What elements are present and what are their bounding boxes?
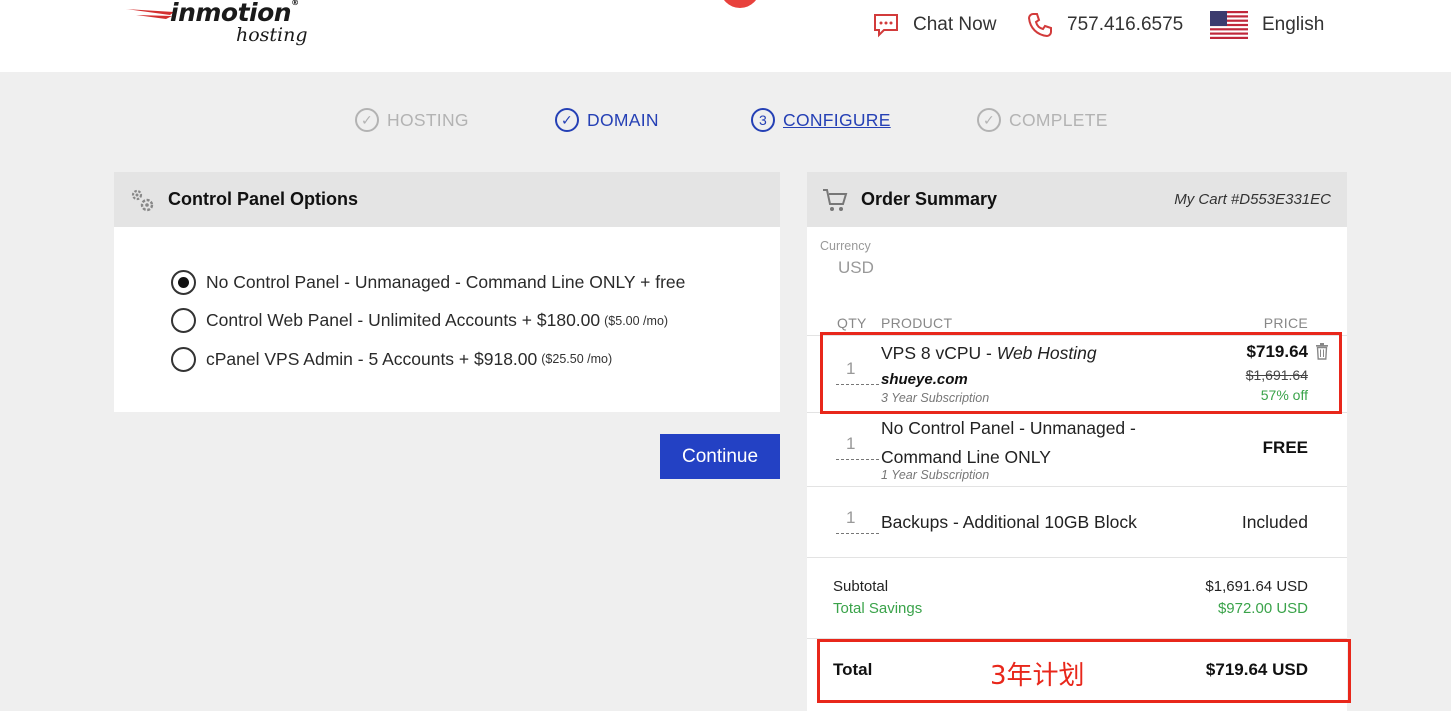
qty-column-header: QTY xyxy=(837,315,867,331)
options-list: No Control Panel - Unmanaged - Command L… xyxy=(114,227,780,379)
option-no-control-panel[interactable]: No Control Panel - Unmanaged - Command L… xyxy=(171,263,780,302)
checkout-steps: ✓ HOSTING ✓ DOMAIN 3 CONFIGURE ✓ COMPLET… xyxy=(0,108,1451,136)
logo-sub-text: hosting xyxy=(236,24,308,46)
radio-unselected[interactable] xyxy=(171,308,196,334)
radio-unselected[interactable] xyxy=(171,346,196,372)
cart-id: My Cart #D553E331EC xyxy=(1174,191,1331,208)
divider xyxy=(807,557,1347,558)
step-number-icon: 3 xyxy=(751,108,775,132)
control-panel-options: Control Panel Options No Control Panel -… xyxy=(114,172,780,412)
us-flag-icon xyxy=(1210,11,1248,39)
step-check-icon: ✓ xyxy=(355,108,379,132)
option-control-web-panel[interactable]: Control Web Panel - Unlimited Accounts +… xyxy=(171,302,780,341)
item-qty[interactable]: 1 xyxy=(836,434,879,460)
savings-label: Total Savings xyxy=(833,600,923,617)
highlight-box-product xyxy=(820,332,1342,414)
radio-selected[interactable] xyxy=(171,269,196,295)
panel-title: Control Panel Options xyxy=(168,189,359,209)
item-name: Backups - Additional 10GB Block xyxy=(881,512,1137,532)
top-bar: inmotion® hosting Chat Now 757.416.6575 … xyxy=(0,0,1451,72)
panel-header: Control Panel Options xyxy=(114,172,780,227)
logo-main-text: inmotion® xyxy=(170,0,299,27)
item-subscription: 1 Year Subscription xyxy=(881,468,990,482)
continue-button[interactable]: Continue xyxy=(660,434,780,479)
item-price: FREE xyxy=(1262,438,1308,457)
inmotion-hosting-logo[interactable]: inmotion® hosting xyxy=(126,0,326,50)
currency-value[interactable]: USD xyxy=(838,258,874,278)
step-check-icon: ✓ xyxy=(977,108,1001,132)
phone-icon xyxy=(1027,13,1052,38)
promo-badge[interactable] xyxy=(720,0,760,8)
chat-icon xyxy=(874,14,898,38)
phone-link[interactable]: 757.416.6575 xyxy=(1027,10,1183,40)
item-price: Included xyxy=(1241,512,1308,532)
item-qty[interactable]: 1 xyxy=(836,508,879,534)
option-cpanel-vps-admin[interactable]: cPanel VPS Admin - 5 Accounts + $918.00 … xyxy=(171,340,780,379)
divider xyxy=(807,486,1347,487)
item-name: No Control Panel - Unmanaged - Command L… xyxy=(881,418,1136,467)
order-summary: Order Summary My Cart #D553E331EC Curren… xyxy=(807,172,1347,711)
price-column-header: PRICE xyxy=(1263,315,1308,331)
logo-swoosh-icon xyxy=(126,9,174,19)
savings-row: Total Savings $972.00 USD xyxy=(833,600,1308,617)
phone-number: 757.416.6575 xyxy=(1067,14,1184,35)
subtotal-label: Subtotal xyxy=(833,578,889,595)
step-hosting[interactable]: ✓ HOSTING xyxy=(355,108,469,132)
step-configure[interactable]: 3 CONFIGURE xyxy=(751,108,891,132)
savings-value: $972.00 USD xyxy=(1217,600,1308,617)
language-label: English xyxy=(1262,14,1325,35)
cart-icon xyxy=(823,188,848,211)
subtotal-row: Subtotal $1,691.64 USD xyxy=(833,578,1308,595)
step-complete: ✓ COMPLETE xyxy=(977,108,1108,132)
subtotal-value: $1,691.64 USD xyxy=(1205,578,1308,595)
chat-now-link[interactable]: Chat Now xyxy=(873,10,996,40)
order-summary-header: Order Summary My Cart #D553E331EC xyxy=(807,172,1347,227)
chat-now-label: Chat Now xyxy=(913,14,997,35)
currency-label: Currency xyxy=(820,239,871,253)
annotation-text: 3年计划 xyxy=(990,661,1085,691)
step-domain[interactable]: ✓ DOMAIN xyxy=(555,108,659,132)
product-column-header: PRODUCT xyxy=(881,315,953,331)
language-selector[interactable]: English xyxy=(1210,10,1324,40)
order-summary-title: Order Summary xyxy=(861,189,998,209)
gears-icon xyxy=(131,189,154,211)
step-check-icon: ✓ xyxy=(555,108,579,132)
